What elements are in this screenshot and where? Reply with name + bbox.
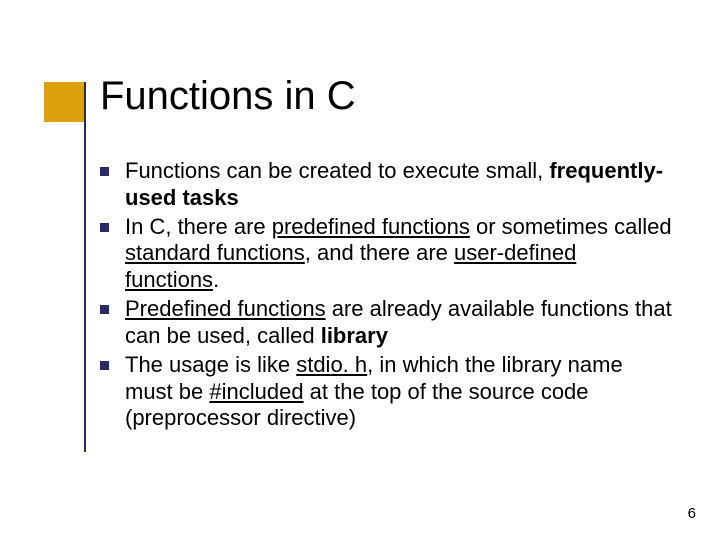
page-number: 6 xyxy=(688,505,696,522)
list-item: The usage is like stdio. h, in which the… xyxy=(100,352,674,432)
list-item-text: Predefined functions are already availab… xyxy=(125,296,674,350)
bullet-icon xyxy=(100,167,109,176)
list-item-text: In C, there are predefined functions or … xyxy=(125,214,674,294)
slide-title: Functions in C xyxy=(100,74,356,119)
list-item: Predefined functions are already availab… xyxy=(100,296,674,350)
accent-square xyxy=(44,82,84,122)
list-item: In C, there are predefined functions or … xyxy=(100,214,674,294)
bullet-list: Functions can be created to execute smal… xyxy=(100,158,674,434)
list-item-text: Functions can be created to execute smal… xyxy=(125,158,674,212)
accent-vertical-line xyxy=(84,82,86,452)
list-item-text: The usage is like stdio. h, in which the… xyxy=(125,352,674,432)
bullet-icon xyxy=(100,223,109,232)
list-item: Functions can be created to execute smal… xyxy=(100,158,674,212)
bullet-icon xyxy=(100,361,109,370)
bullet-icon xyxy=(100,305,109,314)
